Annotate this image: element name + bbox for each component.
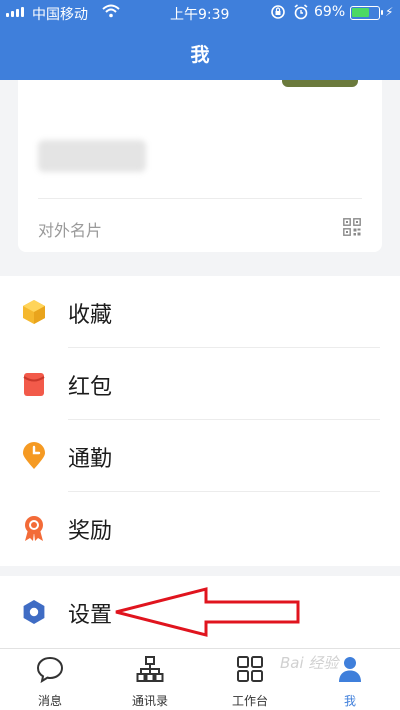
tab-messages[interactable]: 消息 [0,649,100,710]
medal-icon [25,516,43,541]
card-divider [38,198,362,199]
top-header: 中国移动 上午9:39 69% ⚡ 我 [0,0,400,80]
signal-icon [6,7,24,17]
tab-label: 我 [343,694,356,708]
menu-item-label: 红包 [68,375,113,400]
menu-item-label: 设置 [68,603,113,628]
bottom-tab-bar: 消息 通讯录 工作台 我 [0,648,400,710]
menu-item-red-envelope[interactable]: 红包 [0,348,400,420]
menu-group-main: 收藏 红包 通勤 奖励 [0,276,400,566]
business-card-label[interactable]: 对外名片 [38,217,102,241]
profile-card[interactable]: 对外名片 [18,80,382,252]
tab-label: 通讯录 [131,694,168,708]
charging-bolt-icon: ⚡ [385,5,394,19]
person-icon [339,657,361,682]
hexagon-settings-icon [23,600,45,624]
blurred-user-name [38,140,146,172]
qr-code-icon[interactable] [343,218,361,236]
alarm-icon [293,4,309,24]
carrier-name: 中国移动 [32,7,88,23]
avatar-photo [282,80,358,87]
tab-label: 消息 [37,694,62,708]
org-chart-icon [136,656,164,682]
wifi-icon [102,4,120,22]
red-envelope-icon [23,373,45,396]
grid-icon [237,656,263,682]
rotation-lock-icon [270,4,286,24]
battery-percent: 69% [314,4,346,20]
menu-item-label: 奖励 [68,519,113,544]
clock-time: 上午9:39 [170,7,230,23]
page-title: 我 [190,44,210,66]
cube-icon [23,300,45,324]
menu-item-label: 收藏 [68,303,113,328]
watermark: Bai 经验 [280,654,339,672]
menu-item-rewards[interactable]: 奖励 [0,492,400,564]
menu-item-favorites[interactable]: 收藏 [0,276,400,348]
battery-icon [350,6,383,20]
clock-pin-icon [23,442,45,469]
tab-label: 工作台 [231,694,268,708]
annotation-arrow [115,587,300,637]
menu-item-label: 通勤 [68,447,113,472]
menu-item-commute[interactable]: 通勤 [0,420,400,492]
tab-contacts[interactable]: 通讯录 [100,649,200,710]
chat-bubble-icon [36,656,64,683]
status-bar: 中国移动 上午9:39 69% ⚡ [0,0,400,26]
